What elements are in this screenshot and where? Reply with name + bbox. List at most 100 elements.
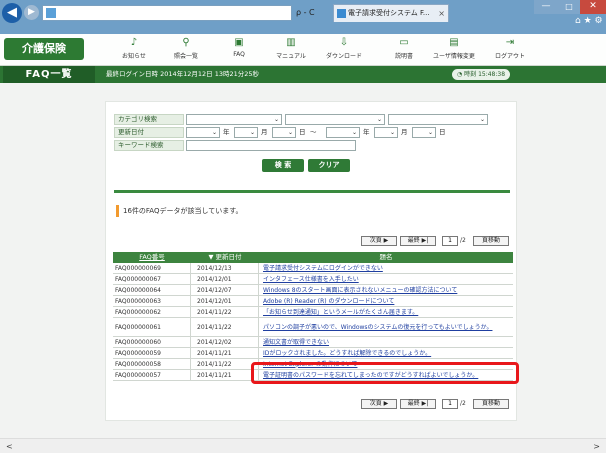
faq-title-link[interactable]: 通知文書が取得できない — [263, 339, 329, 346]
faq-title-cell: IDがロックされました。どうすれば解除できるのでしょうか。 — [259, 348, 513, 358]
page-title: FAQ一覧 — [3, 66, 95, 83]
brand-logo: 介護保険 — [4, 38, 84, 60]
tab-title: 電子請求受付システム F... — [348, 9, 430, 17]
faq-number: FAQ000000067 — [113, 274, 191, 284]
close-window-button[interactable]: ✕ — [580, 0, 606, 14]
menu-item[interactable]: ⚲ 照会一覧 — [160, 37, 212, 63]
faq-title-link[interactable]: インタフェース仕様書を入手したい — [263, 276, 359, 283]
back-arrow-icon[interactable]: ◀ — [2, 3, 22, 23]
sort-down-icon: ▼ — [208, 253, 214, 261]
monitor-icon: ▭ — [399, 37, 409, 48]
month-text: 月 — [261, 128, 268, 136]
tilde-text: ～ — [310, 128, 317, 136]
update-date: 2014/12/02 — [191, 337, 259, 347]
faq-title-cell: 「お知らせ到達通知」というメールがたくさん届きます。 — [259, 307, 513, 317]
search-icon: ⚲ — [182, 37, 190, 48]
category-select-3[interactable]: ⌄ — [388, 114, 488, 125]
clear-button[interactable]: クリア — [308, 159, 350, 172]
search-refresh-icon[interactable]: ρ - C — [296, 5, 330, 21]
table-row: FAQ000000060 2014/12/02 通知文書が取得できない — [113, 337, 513, 348]
total-pages-bottom: /2 — [460, 400, 466, 407]
faq-title-link[interactable]: パソコンの調子が悪いので、Windowsのシステムの復元を行ってもよいでしょうか… — [263, 324, 492, 331]
next-page-button-bottom[interactable]: 次頁 ▶ — [361, 399, 397, 409]
app-header: 介護保険 ♪ お知らせ ⚲ 照会一覧 ▣ FAQ ▥ マニュアル ⇩ ダウンロード ▭ 説明書 ▤ ユーザ… — [0, 34, 606, 66]
header-date[interactable]: ▼ 更新日付 — [191, 252, 259, 263]
page-input[interactable]: 1 — [442, 236, 458, 246]
menu-item[interactable]: ▣ FAQ — [213, 37, 265, 63]
faq-title-cell: 電子請求受付システムにログインができない — [259, 263, 513, 273]
category-select-1[interactable]: ⌄ — [186, 114, 282, 125]
faq-number: FAQ000000062 — [113, 307, 191, 317]
keyword-search-row: キーワード検索 — [114, 140, 504, 151]
update-date: 2014/11/22 — [191, 307, 259, 317]
faq-number: FAQ000000058 — [113, 359, 191, 369]
last-page-button[interactable]: 最終 ▶| — [400, 236, 436, 246]
table-row: FAQ000000067 2014/12/01 インタフェース仕様書を入手したい — [113, 274, 513, 285]
scroll-right-icon[interactable]: > — [593, 442, 600, 451]
from-day-select[interactable]: ⌄ — [272, 127, 296, 138]
user-icon: ▤ — [449, 37, 459, 48]
forward-arrow-icon[interactable]: ▶ — [24, 5, 39, 20]
menu-item[interactable]: ⇥ ログアウト — [484, 37, 536, 63]
header-date-label: 更新日付 — [215, 253, 242, 261]
faq-title-link[interactable]: Windows 8のスタート画面に表示されないメニューの確認方法について — [263, 287, 457, 294]
header-faq-no[interactable]: FAQ番号 — [113, 252, 191, 263]
from-month-select[interactable]: ⌄ — [234, 127, 258, 138]
faq-title-cell: Windows 8のスタート画面に表示されないメニューの確認方法について — [259, 285, 513, 295]
faq-title-link[interactable]: 電子請求受付システムにログインができない — [263, 265, 383, 272]
year-text: 年 — [223, 128, 230, 136]
page-move-button[interactable]: 頁移動 — [473, 236, 509, 246]
menu-item[interactable]: ⇩ ダウンロード — [318, 37, 370, 63]
faq-title-link[interactable]: IDがロックされました。どうすれば解除できるのでしょうか。 — [263, 350, 431, 357]
to-month-select[interactable]: ⌄ — [374, 127, 398, 138]
faq-title-cell: 通知文書が取得できない — [259, 337, 513, 347]
table-row: FAQ000000069 2014/12/13 電子請求受付システムにログインができ… — [113, 263, 513, 274]
table-row: FAQ000000063 2014/12/01 Adobe (R) Reader (… — [113, 296, 513, 307]
faq-title-cell: Adobe (R) Reader (R) のダウンロードについて — [259, 296, 513, 306]
last-page-button-bottom[interactable]: 最終 ▶| — [400, 399, 436, 409]
next-page-button[interactable]: 次頁 ▶ — [361, 236, 397, 246]
tab-close-icon[interactable]: × — [438, 5, 445, 22]
date-label: 更新日付 — [114, 127, 184, 138]
from-year-select[interactable]: ⌄ — [186, 127, 220, 138]
scroll-left-icon[interactable]: < — [6, 442, 13, 451]
browser-tools-icons[interactable]: ⌂ ★ ⚙ — [575, 16, 605, 30]
horizontal-scrollbar[interactable]: < > — [0, 438, 606, 453]
header-title: 題名 — [379, 253, 393, 261]
menu-item-label: FAQ — [233, 51, 245, 58]
search-button[interactable]: 検 索 — [262, 159, 304, 172]
faq-title-link[interactable]: 「お知らせ到達通知」というメールがたくさん届きます。 — [263, 309, 418, 316]
menu-item-label: 説明書 — [394, 53, 413, 60]
menu-item[interactable]: ▤ ユーザ情報変更 — [428, 37, 480, 63]
page-input-bottom[interactable]: 1 — [442, 399, 458, 409]
browser-tab[interactable]: 電子請求受付システム F... × — [333, 4, 449, 22]
update-date: 2014/11/22 — [191, 359, 259, 369]
browser-toolbar: ◀ ▶ ρ - C 電子請求受付システム F... × — □ ✕ ⌂ ★ ⚙ — [0, 0, 606, 34]
faq-number: FAQ000000061 — [113, 318, 191, 336]
menu-item[interactable]: ▭ 説明書 — [378, 37, 430, 63]
address-bar[interactable] — [42, 5, 292, 21]
total-pages: /2 — [460, 237, 466, 244]
tab-favicon-icon — [337, 9, 346, 18]
keyword-label: キーワード検索 — [114, 140, 184, 151]
result-count: 16件のFAQデータが該当しています。 — [116, 205, 243, 217]
menu-item[interactable]: ▥ マニュアル — [265, 37, 317, 63]
menu-item-label: 照会一覧 — [173, 53, 198, 60]
minimize-button[interactable]: — — [534, 0, 558, 14]
day-text-2: 日 — [439, 128, 446, 136]
menu-item-label: ログアウト — [494, 53, 525, 60]
faq-number: FAQ000000059 — [113, 348, 191, 358]
maximize-button[interactable]: □ — [558, 0, 580, 14]
category-select-2[interactable]: ⌄ — [285, 114, 385, 125]
table-row: FAQ000000062 2014/11/22 「お知らせ到達通知」というメールがた… — [113, 307, 513, 318]
menu-item[interactable]: ♪ お知らせ — [108, 37, 160, 63]
month-text-2: 月 — [401, 128, 408, 136]
keyword-input[interactable] — [186, 140, 356, 151]
faq-icon: ▣ — [234, 37, 244, 48]
to-year-select[interactable]: ⌄ — [326, 127, 360, 138]
to-day-select[interactable]: ⌄ — [412, 127, 436, 138]
page-move-button-bottom[interactable]: 頁移動 — [473, 399, 509, 409]
faq-title-link[interactable]: Adobe (R) Reader (R) のダウンロードについて — [263, 298, 394, 305]
content-area: カテゴリ検索 ⌄ ⌄ ⌄ 更新日付 ⌄ 年 ⌄ 月 ⌄ 日 ～ ⌄ 年 ⌄ 月 … — [0, 83, 606, 438]
category-label: カテゴリ検索 — [114, 114, 184, 125]
